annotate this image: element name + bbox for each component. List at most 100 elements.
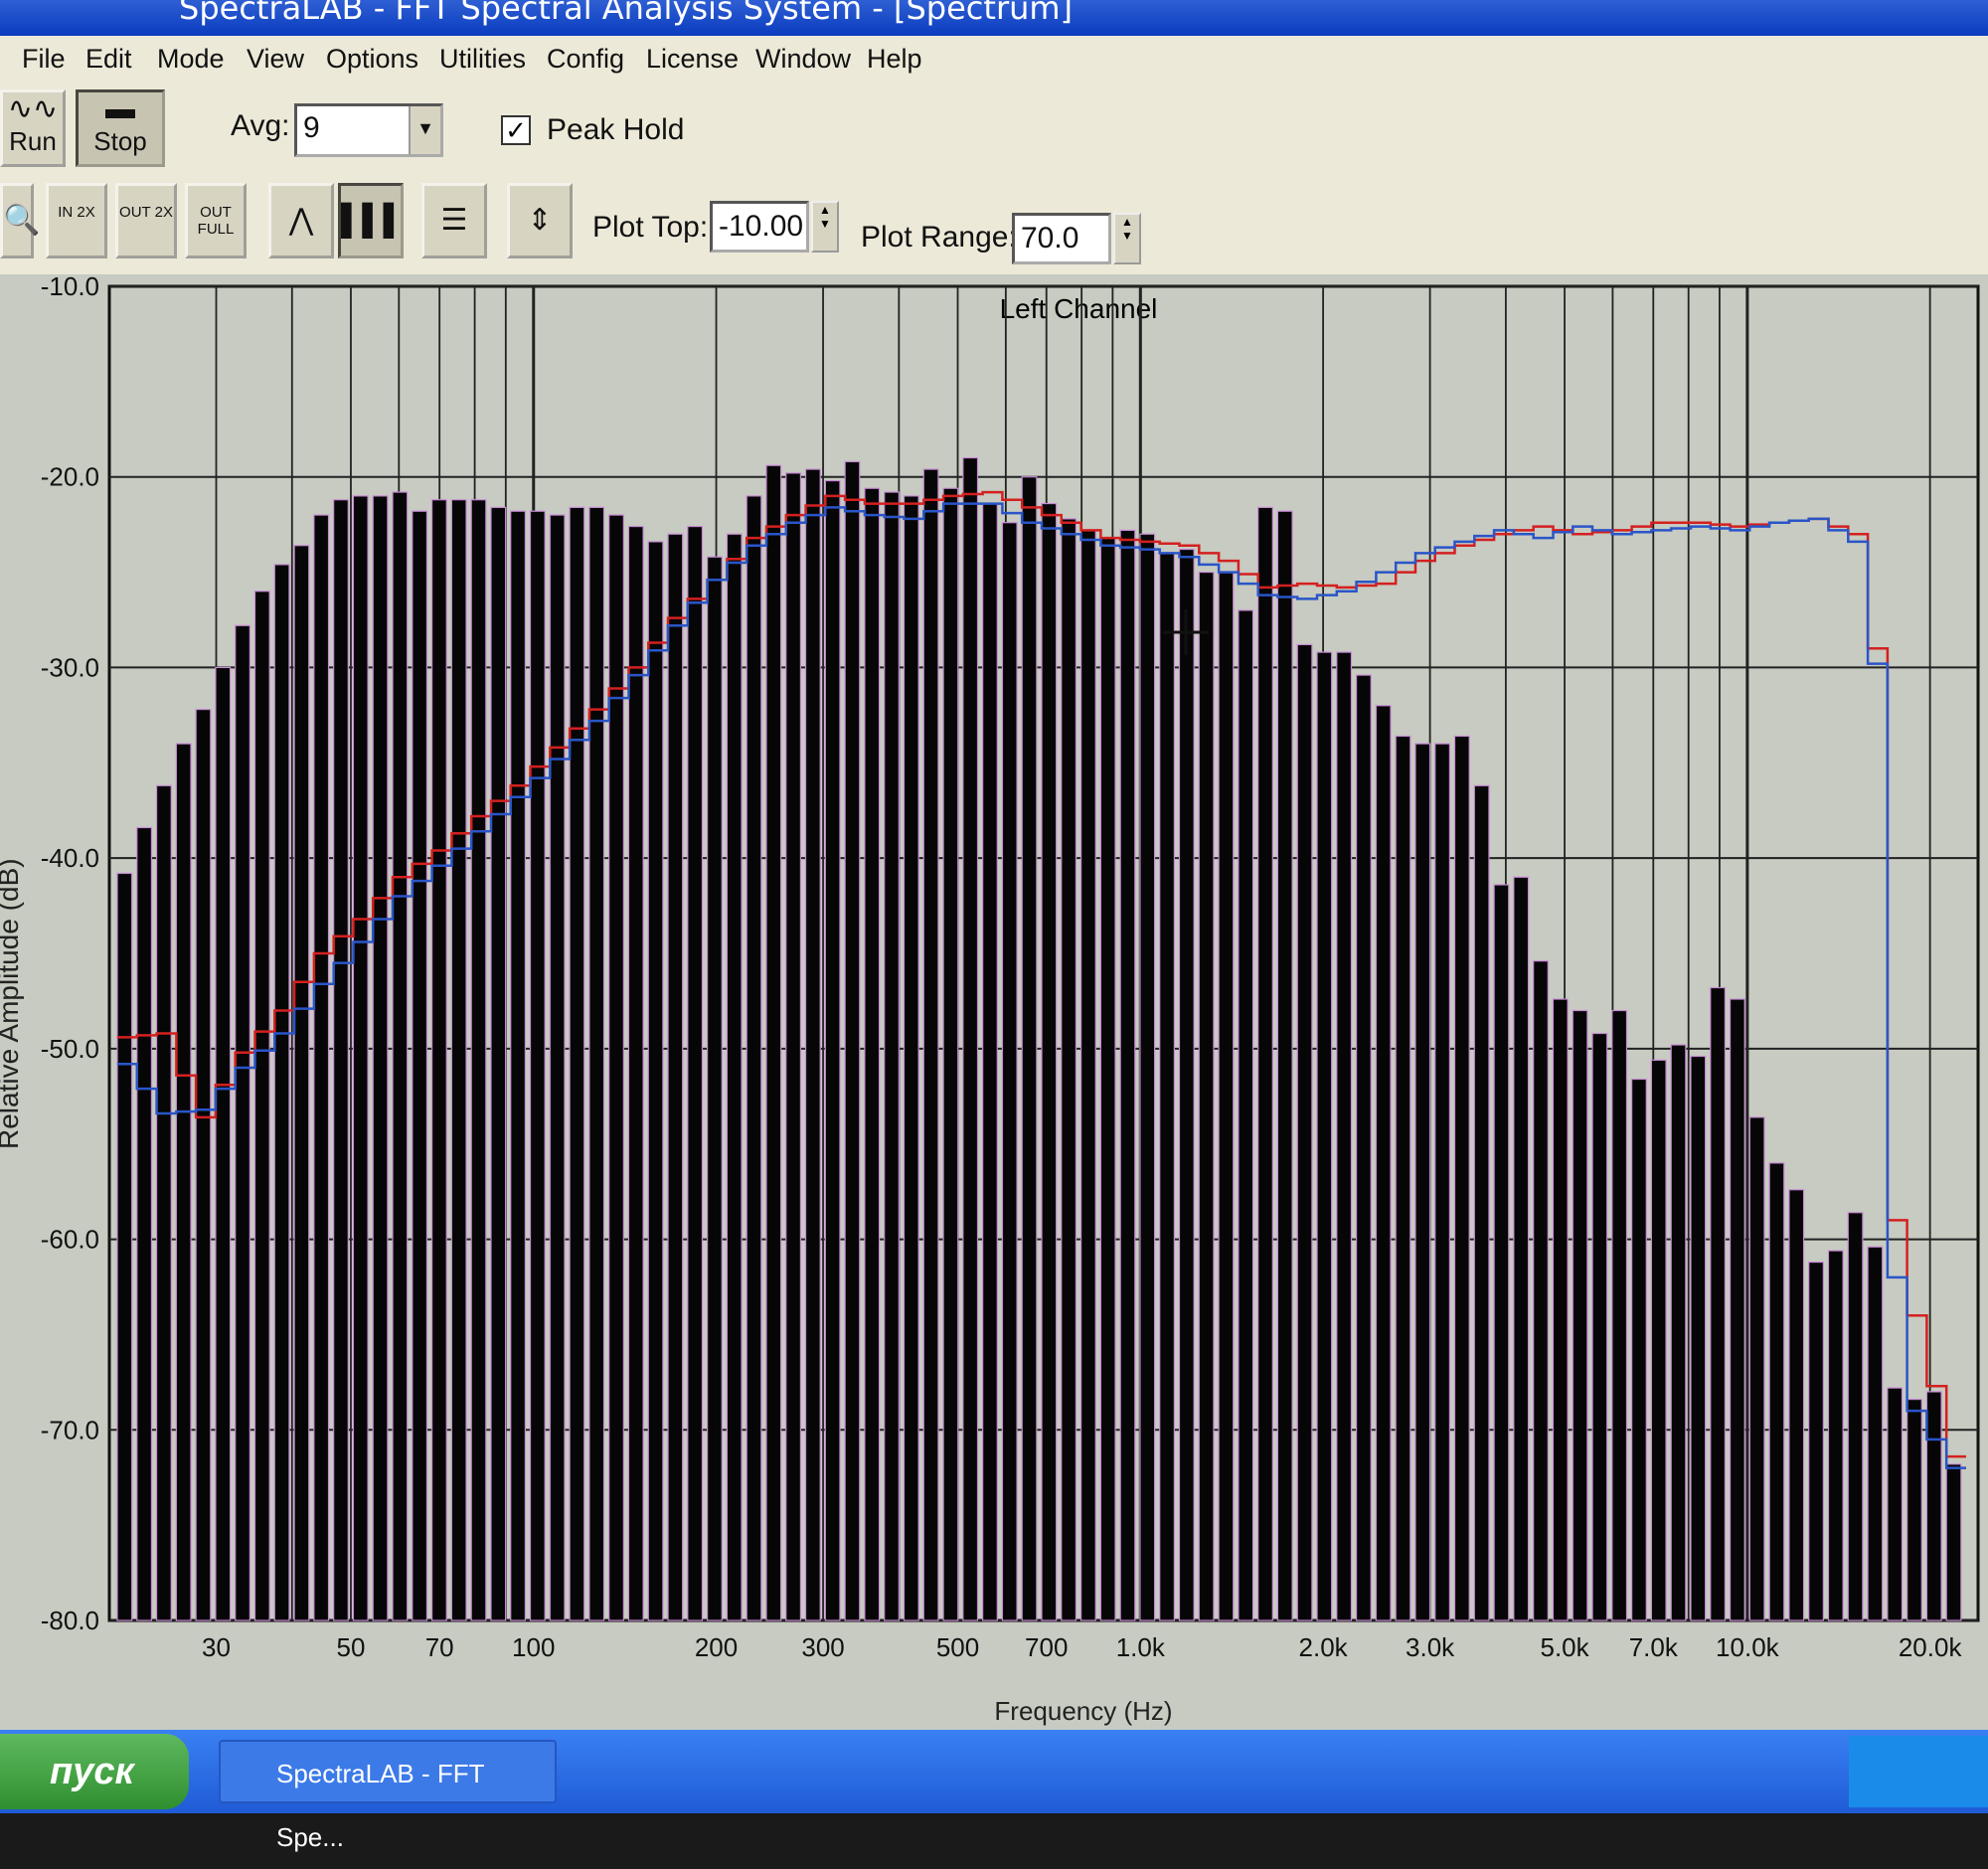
bar-plot-button[interactable]: ▌▌▌ <box>338 183 405 258</box>
spectrum-bar <box>1079 529 1096 1621</box>
x-tick-label: 10.0k <box>1716 1632 1780 1662</box>
scale-button[interactable]: ⇕ <box>507 183 573 258</box>
y-axis-ticks: -10.0 -20.0 -30.0 -40.0 -50.0 -60.0 -70.0 -80.0 <box>41 271 99 1635</box>
spectrum-bar <box>1395 735 1411 1621</box>
spectrum-bar <box>1513 876 1530 1621</box>
x-tick-label: 100 <box>512 1632 555 1662</box>
zoom-in-2x-label: IN 2X <box>58 204 95 221</box>
y-tick-label: -30.0 <box>41 652 99 682</box>
spectrum-bar <box>273 564 290 1621</box>
spectrum-bar <box>392 491 409 1621</box>
taskbar: пуск SpectraLAB - FFT Spe... <box>0 1730 1988 1852</box>
zoom-out-2x-button[interactable]: OUT 2X <box>115 183 177 258</box>
spectrum-bar <box>1041 502 1058 1621</box>
peak-hold-checkbox[interactable]: ✓ <box>501 115 531 145</box>
menu-bar: File Edit Mode View Options Utilities Co… <box>0 36 1988 86</box>
plot-range-spinner[interactable]: ▲ ▼ <box>1113 213 1141 264</box>
x-tick-label: 300 <box>801 1632 844 1662</box>
y-tick-label: -50.0 <box>41 1034 99 1064</box>
spectrum-bar <box>1375 705 1392 1621</box>
x-tick-label: 7.0k <box>1629 1632 1679 1662</box>
spectrum-bar <box>962 456 979 1621</box>
y-tick-label: -80.0 <box>41 1606 99 1635</box>
magnifier-icon: 🔍 <box>3 204 41 237</box>
spectrum-bar <box>1198 571 1215 1621</box>
x-tick-label: 500 <box>936 1632 979 1662</box>
spectrum-bar <box>1296 643 1313 1621</box>
menu-license[interactable]: License <box>646 44 739 75</box>
spectrum-bar <box>175 743 192 1621</box>
spectrum-bar <box>864 487 881 1621</box>
menu-file[interactable]: File <box>22 44 66 75</box>
start-button[interactable]: пуск <box>0 1734 189 1809</box>
plot-top-input[interactable] <box>710 201 809 253</box>
run-button-label: Run <box>9 126 57 156</box>
spectrum-bar <box>1887 1387 1904 1621</box>
spectrum-bar <box>1159 552 1175 1621</box>
zoom-out-full-label: OUT FULL <box>197 204 235 238</box>
spectrum-bar <box>1061 518 1077 1621</box>
spectrum-bar <box>1906 1399 1922 1621</box>
chevron-down-icon[interactable]: ▼ <box>409 106 440 154</box>
spectrum-bar <box>470 499 487 1621</box>
menu-help[interactable]: Help <box>867 44 922 75</box>
taskbar-item-spectralab[interactable]: SpectraLAB - FFT Spe... <box>219 1740 557 1852</box>
menu-window[interactable]: Window <box>755 44 851 75</box>
menu-config[interactable]: Config <box>547 44 624 75</box>
zoom-in-2x-button[interactable]: IN 2X <box>46 183 107 258</box>
stop-button[interactable]: ▬ Stop <box>76 89 165 167</box>
plot-toolbar: 🔍 IN 2X OUT 2X OUT FULL ⋀ ▌▌▌ ☰ ⇕ Plot T… <box>0 175 1988 276</box>
menu-edit[interactable]: Edit <box>85 44 132 75</box>
spectrum-bar <box>608 514 624 1621</box>
zoom-out-full-button[interactable]: OUT FULL <box>185 183 247 258</box>
spectrum-bar <box>1631 1078 1647 1621</box>
spectrum-bar <box>667 533 684 1621</box>
spectrum-bar <box>1670 1044 1687 1621</box>
spectrum-panel: Left Channel -10.0 -20.0 -30.0 -40.0 -50.0 -6… <box>0 271 1988 1730</box>
zoom-tool-button[interactable]: 🔍 <box>0 183 41 258</box>
spectrum-bar <box>1316 651 1333 1621</box>
plot-range-label: Plot Range: <box>861 221 1017 254</box>
x-tick-label: 3.0k <box>1406 1632 1455 1662</box>
spectrum-bar <box>824 479 841 1621</box>
run-button[interactable]: ∿∿ Run <box>0 89 66 167</box>
spectrum-bar <box>1925 1391 1942 1621</box>
spectrum-bar <box>1847 1212 1864 1621</box>
plot-range-input[interactable] <box>1012 213 1111 264</box>
spectrum-bar <box>1414 743 1431 1621</box>
menu-view[interactable]: View <box>247 44 304 75</box>
spectrum-bar <box>1650 1059 1667 1621</box>
spectrum-bar <box>687 525 704 1621</box>
spectrum-bar <box>253 591 270 1621</box>
avg-select[interactable]: 9 ▼ <box>294 103 443 157</box>
spectrum-bar <box>1945 1463 1962 1621</box>
spectrum-bar <box>627 525 644 1621</box>
spectrum-bar <box>490 506 507 1621</box>
spectrum-bar <box>982 502 998 1621</box>
spectrum-bar <box>313 514 330 1621</box>
spectrum-bar <box>765 464 782 1621</box>
chart-title: Left Channel <box>1000 293 1158 324</box>
spectrum-bar <box>1827 1250 1844 1621</box>
plot-top-spinner[interactable]: ▲ ▼ <box>811 201 839 253</box>
line-plot-button[interactable]: ⋀ <box>268 183 334 258</box>
spectrum-bar <box>372 495 389 1621</box>
spectrum-bar <box>707 556 723 1621</box>
settings-button[interactable]: ☰ <box>421 183 487 258</box>
spectrum-bar <box>1001 522 1018 1621</box>
spectrum-bar <box>450 499 467 1621</box>
y-tick-label: -60.0 <box>41 1225 99 1255</box>
spectrum-bar <box>529 510 546 1621</box>
spectrum-bar <box>1336 651 1353 1621</box>
spectrum-bar <box>942 487 959 1621</box>
spectrum-chart[interactable]: Left Channel -10.0 -20.0 -30.0 -40.0 -50.0 -6… <box>0 271 1988 1730</box>
spectrum-bar <box>1611 1009 1628 1621</box>
menu-mode[interactable]: Mode <box>157 44 225 75</box>
menu-options[interactable]: Options <box>326 44 418 75</box>
spectrum-bar <box>136 826 153 1621</box>
line-plot-icon: ⋀ <box>288 204 314 237</box>
menu-utilities[interactable]: Utilities <box>439 44 526 75</box>
x-tick-label: 2.0k <box>1299 1632 1349 1662</box>
y-tick-label: -20.0 <box>41 462 99 492</box>
spectrum-bar <box>1690 1055 1707 1621</box>
